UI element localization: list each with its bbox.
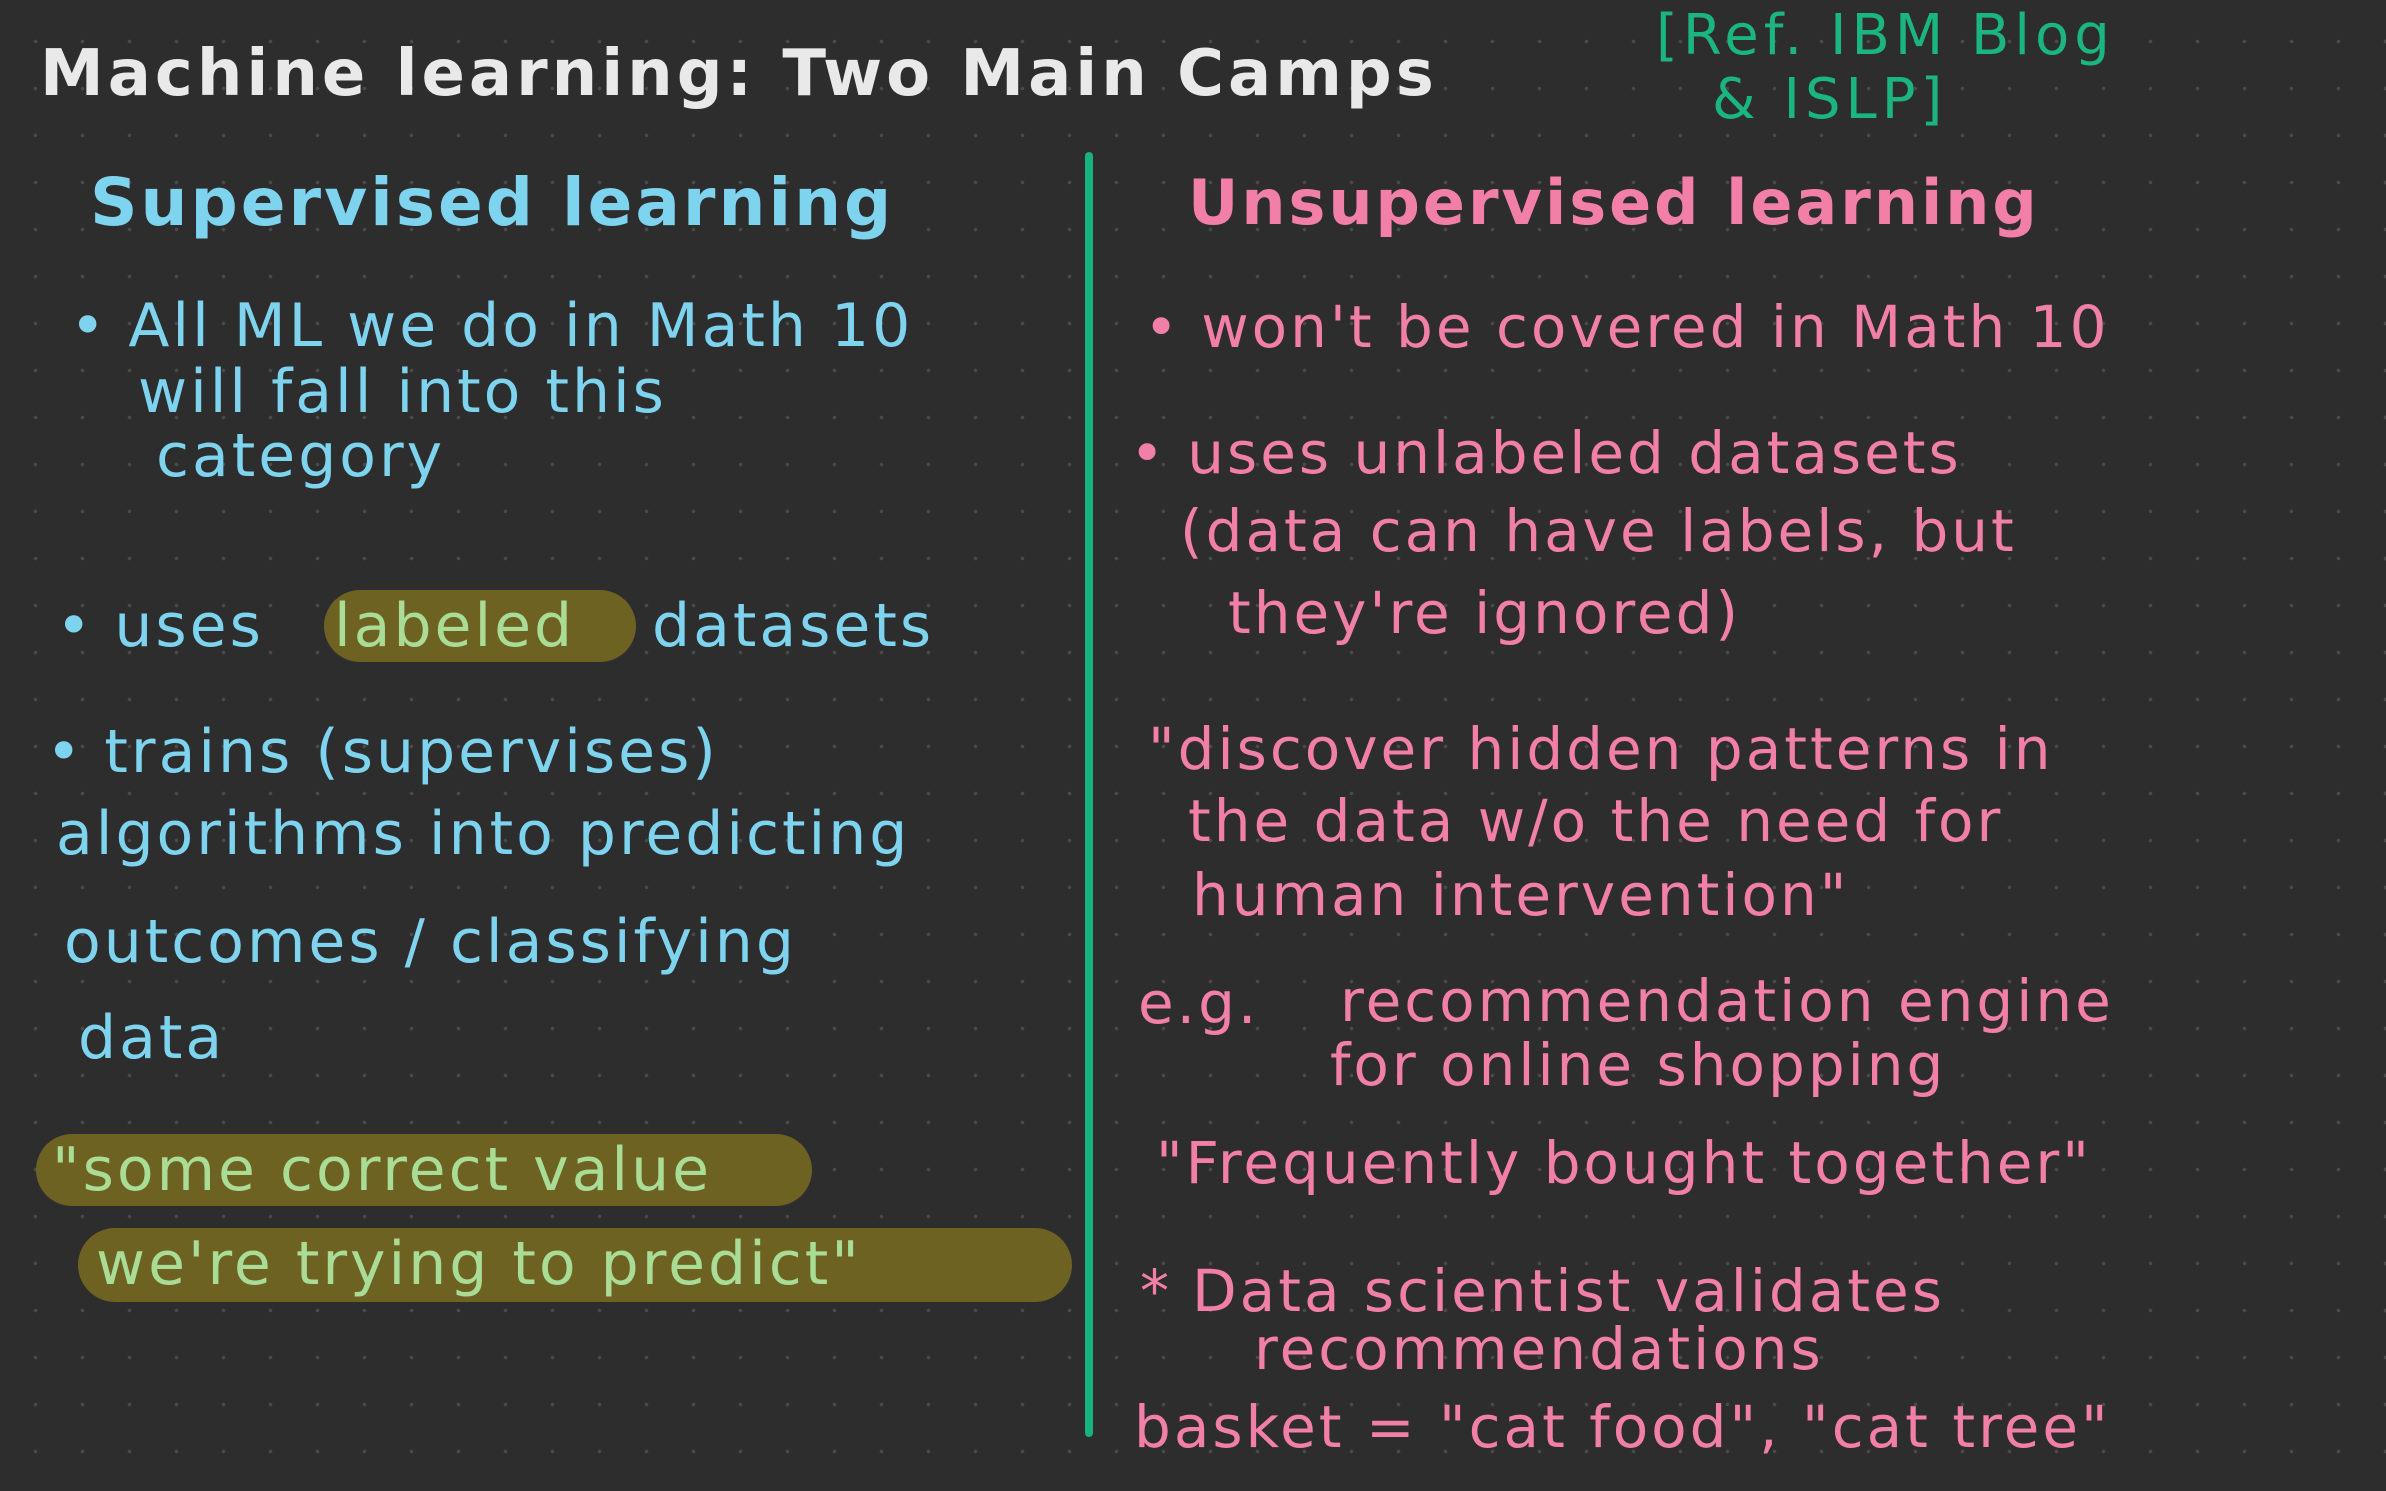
reference-note-line-2: & ISLP] [1712,67,1948,132]
supervised-quote-line-1: "some correct value [52,1135,713,1205]
supervised-item-3-line-4: data [78,1003,226,1073]
bullet-icon: • [46,717,85,787]
supervised-quote-line-2: we're trying to predict" [96,1229,862,1299]
example-line-2: for online shopping [1330,1031,1947,1099]
supervised-item-2-highlight: labeled [334,591,576,661]
unsupervised-item-2-line-1: • uses unlabeled datasets [1130,424,1962,482]
supervised-item-3-line-3: outcomes / classifying [64,907,797,977]
unsupervised-item-1: • won't be covered in Math 10 [1144,298,2109,356]
bullet-icon: • [70,291,109,361]
bullet-icon: • [1144,293,1182,361]
supervised-item-1-line-1: • All ML we do in Math 10 [70,296,913,356]
basket-line: basket = "cat food", "cat tree" [1134,1393,2111,1461]
note-line-2: recommendations [1254,1315,1824,1383]
example-prefix: e.g. [1138,969,1260,1037]
unsupervised-item-2-line-2: (data can have labels, but [1180,497,2017,565]
unsupervised-item-1-text: won't be covered in Math 10 [1201,293,2110,361]
unsupervised-quote-line-1: "discover hidden patterns in [1148,715,2054,783]
supervised-item-3-line-1: • trains (supervises) [46,722,719,782]
example-line-1: recommendation engine [1340,967,2114,1035]
supervised-item-1-line-3: category [156,421,446,491]
supervised-item-2: • uses [56,596,264,656]
supervised-item-2-prefix: uses [114,591,264,661]
note-line-1: * Data scientist validates [1140,1262,1945,1320]
supervised-item-1-text: All ML we do in Math 10 [128,291,914,361]
supervised-item-2-suffix: datasets [652,591,935,661]
supervised-item-1-line-2: will fall into this [138,357,667,427]
supervised-item-3-text: trains (supervises) [104,717,719,787]
unsupervised-quote-line-2: the data w/o the need for [1188,787,2004,855]
supervised-item-3-line-2: algorithms into predicting [56,799,911,869]
bullet-icon: • [1130,419,1168,487]
unsupervised-item-2-text: uses unlabeled datasets [1187,419,1962,487]
bullet-icon: • [56,591,95,661]
reference-note-line-1: [Ref. IBM Blog [1656,3,2115,68]
asterisk-icon: * [1140,1257,1172,1325]
unsupervised-item-2-line-3: they're ignored) [1228,579,1742,647]
unsupervised-quote-line-3: human intervention" [1192,861,1850,929]
page-title: Machine learning: Two Main Camps [40,37,1438,111]
example-quote: "Frequently bought together" [1156,1129,2092,1197]
column-divider [1085,152,1093,1437]
supervised-heading: Supervised learning [90,164,895,241]
unsupervised-heading: Unsupervised learning [1188,166,2040,239]
